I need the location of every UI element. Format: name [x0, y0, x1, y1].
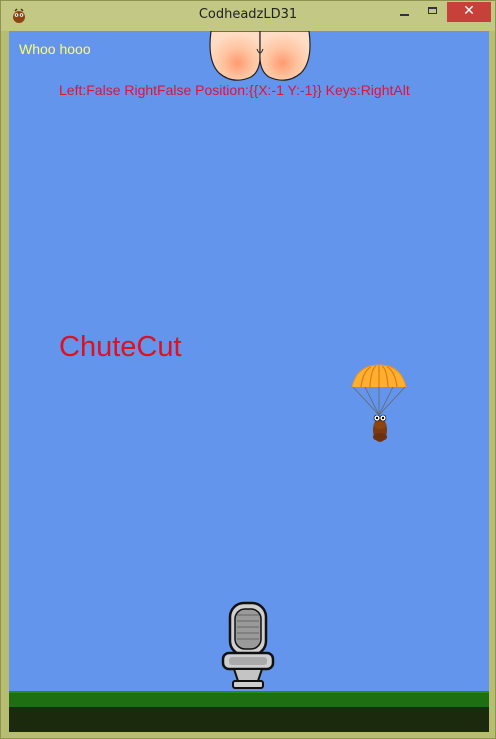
parachuting-poop-sprite [351, 364, 407, 442]
maximize-icon [428, 7, 437, 14]
butt-sprite [209, 31, 311, 81]
title-bar[interactable]: CodheadzLD31 ✕ [1, 1, 495, 31]
status-text: Whoo hooo [19, 41, 91, 57]
maximize-button[interactable] [419, 2, 446, 22]
game-window: CodheadzLD31 ✕ Whoo hooo Left:False Righ… [0, 0, 496, 739]
action-text: ChuteCut [59, 331, 182, 363]
debug-text: Left:False RightFalse Position:{{X:-1 Y:… [59, 82, 410, 98]
dirt-ground [9, 707, 489, 732]
close-icon: ✕ [463, 3, 475, 19]
game-canvas[interactable]: Whoo hooo Left:False RightFalse Position… [9, 31, 489, 732]
minimize-icon [400, 14, 409, 16]
close-button[interactable]: ✕ [447, 2, 491, 22]
minimize-button[interactable] [390, 2, 418, 22]
toilet-sprite [221, 601, 275, 689]
